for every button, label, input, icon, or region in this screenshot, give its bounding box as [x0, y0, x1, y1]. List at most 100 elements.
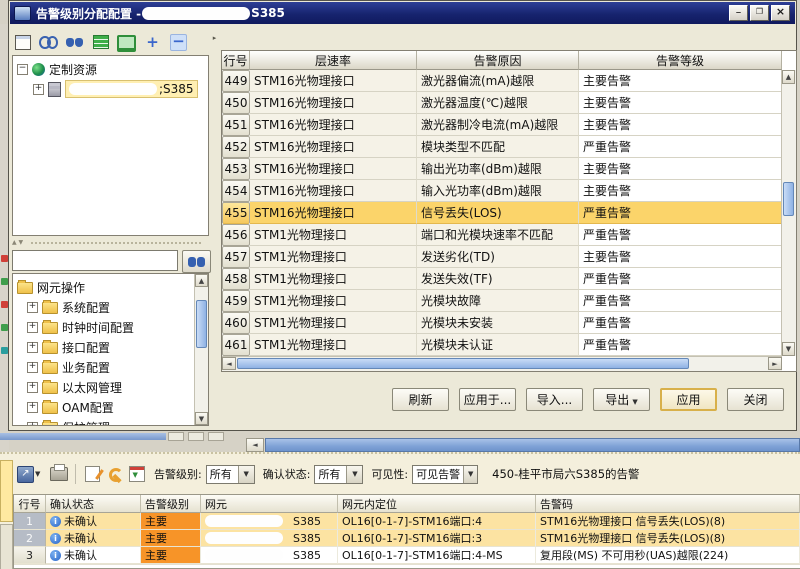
chevron-down-icon[interactable]: ▼: [463, 466, 477, 483]
alarm-level-cell[interactable]: 严重告警: [579, 202, 782, 224]
row-number-cell[interactable]: 455: [222, 202, 250, 224]
scroll-left-button[interactable]: [246, 438, 264, 452]
close-icon[interactable]: [771, 5, 790, 21]
scroll-up-icon[interactable]: [782, 70, 795, 84]
tree-item-ne-ops-root[interactable]: 网元操作: [13, 277, 208, 297]
table-row[interactable]: 3 未确认 主要 S385 OL16[0-1-7]-STM16端口:4-MS 复…: [14, 547, 800, 564]
tree-item[interactable]: 业务配置: [13, 357, 208, 377]
table-row[interactable]: 449 STM16光物理接口 激光器偏流(mA)越限 主要告警: [222, 70, 782, 92]
refresh-icon[interactable]: [127, 465, 146, 483]
expand-expander[interactable]: [27, 422, 38, 427]
terminal-icon[interactable]: [117, 33, 136, 51]
expand-expander[interactable]: [27, 342, 38, 353]
row-number-cell[interactable]: 451: [222, 114, 250, 136]
row-number-cell[interactable]: 450: [222, 92, 250, 114]
alarm-level-cell[interactable]: 主要告警: [579, 246, 782, 268]
refresh-button[interactable]: 刷新: [392, 388, 449, 411]
collapse-expander[interactable]: [17, 64, 28, 75]
scrollbar-thumb[interactable]: [196, 300, 207, 348]
find-button[interactable]: [182, 250, 211, 273]
column-header[interactable]: 告警等级: [579, 51, 782, 70]
expand-expander[interactable]: [27, 302, 38, 313]
alarm-level-cell[interactable]: 主要告警: [579, 158, 782, 180]
table-row[interactable]: 455 STM16光物理接口 信号丢失(LOS) 严重告警: [222, 202, 782, 224]
side-tab[interactable]: [0, 524, 13, 569]
table-row[interactable]: 456 STM1光物理接口 端口和光模块速率不匹配 严重告警: [222, 224, 782, 246]
alarm-level-cell[interactable]: 严重告警: [579, 334, 782, 356]
list-icon[interactable]: [91, 33, 110, 51]
table-row[interactable]: 454 STM16光物理接口 输入光功率(dBm)越限 主要告警: [222, 180, 782, 202]
row-number-cell[interactable]: 460: [222, 312, 250, 334]
side-tab-active[interactable]: [0, 460, 13, 522]
alarm-level-cell[interactable]: 主要告警: [579, 70, 782, 92]
alarm-level-cell[interactable]: 主要告警: [579, 180, 782, 202]
column-header[interactable]: 行号: [14, 495, 46, 513]
board-icon[interactable]: [13, 33, 32, 51]
column-header[interactable]: 告警码: [536, 495, 800, 513]
splitter-up-icon[interactable]: ▲: [12, 239, 17, 246]
table-row[interactable]: 453 STM16光物理接口 输出光功率(dBm)越限 主要告警: [222, 158, 782, 180]
splitter-collapse-icon[interactable]: ▸: [213, 34, 217, 42]
minus-icon[interactable]: −: [169, 33, 188, 51]
column-header[interactable]: 告警级别: [141, 495, 201, 513]
table-row[interactable]: 461 STM1光物理接口 光模块未认证 严重告警: [222, 334, 782, 356]
scrollbar-thumb[interactable]: [783, 182, 794, 216]
tree-item-custom-resource[interactable]: 定制资源: [13, 59, 208, 79]
apply-to-button[interactable]: 应用于...: [459, 388, 516, 411]
expand-expander[interactable]: [27, 362, 38, 373]
restore-button[interactable]: [750, 5, 769, 21]
row-number-cell[interactable]: 457: [222, 246, 250, 268]
row-number-cell[interactable]: 456: [222, 224, 250, 246]
column-header[interactable]: 网元内定位: [338, 495, 536, 513]
import-button[interactable]: 导入...: [526, 388, 583, 411]
tree-item[interactable]: 接口配置: [13, 337, 208, 357]
alarm-level-cell[interactable]: 严重告警: [579, 224, 782, 246]
table-row[interactable]: 459 STM1光物理接口 光模块故障 严重告警: [222, 290, 782, 312]
selected-tree-node[interactable]: ;S385: [65, 80, 198, 98]
minimize-button[interactable]: [729, 5, 748, 21]
table-hscrollbar[interactable]: [222, 356, 782, 371]
row-number-cell[interactable]: 449: [222, 70, 250, 92]
scrollbar-thumb[interactable]: [237, 358, 689, 369]
alarm-level-cell[interactable]: 严重告警: [579, 312, 782, 334]
column-header[interactable]: 确认状态: [46, 495, 141, 513]
visibility-select[interactable]: 可见告警 ▼: [412, 465, 478, 484]
chevron-down-icon[interactable]: ▼: [238, 466, 254, 483]
table-row[interactable]: 460 STM1光物理接口 光模块未安装 严重告警: [222, 312, 782, 334]
table-row[interactable]: 450 STM16光物理接口 激光器温度(℃)越限 主要告警: [222, 92, 782, 114]
tree-item[interactable]: 保护管理: [13, 417, 208, 426]
splitter-down-icon[interactable]: ▼: [19, 239, 24, 246]
link-icon[interactable]: [39, 33, 58, 51]
alarm-level-cell[interactable]: 主要告警: [579, 114, 782, 136]
tree-item-ne-s385[interactable]: ;S385: [13, 79, 208, 99]
column-header[interactable]: 层速率: [250, 51, 417, 70]
row-number-cell[interactable]: 461: [222, 334, 250, 356]
wrench-icon[interactable]: [105, 465, 124, 483]
apply-button[interactable]: 应用: [660, 388, 717, 411]
alarm-level-cell[interactable]: 严重告警: [579, 290, 782, 312]
table-row[interactable]: 451 STM16光物理接口 激光器制冷电流(mA)越限 主要告警: [222, 114, 782, 136]
plus-icon[interactable]: +: [143, 33, 162, 51]
scroll-up-icon[interactable]: [195, 274, 208, 287]
column-header[interactable]: 行号: [222, 51, 250, 70]
row-number-cell[interactable]: 453: [222, 158, 250, 180]
row-number-cell[interactable]: 458: [222, 268, 250, 290]
horizontal-splitter[interactable]: ▲ ▼: [12, 238, 209, 247]
table-row[interactable]: 2 未确认 主要 S385 OL16[0-1-7]-STM16端口:3 STM1…: [14, 530, 800, 547]
vertical-splitter[interactable]: ▸: [210, 34, 219, 429]
scroll-left-icon[interactable]: [222, 357, 236, 370]
row-number-cell[interactable]: 459: [222, 290, 250, 312]
binoculars-icon[interactable]: [65, 33, 84, 51]
alarm-level-cell[interactable]: 严重告警: [579, 268, 782, 290]
dropdown-caret-icon[interactable]: [35, 470, 44, 478]
ack-state-select[interactable]: 所有 ▼: [314, 465, 363, 484]
printer-icon[interactable]: [49, 465, 68, 483]
export-button[interactable]: 导出: [593, 388, 650, 411]
chevron-down-icon[interactable]: ▼: [346, 466, 362, 483]
close-button[interactable]: 关闭: [727, 388, 784, 411]
column-header[interactable]: 网元: [201, 495, 338, 513]
table-row[interactable]: 452 STM16光物理接口 模块类型不匹配 严重告警: [222, 136, 782, 158]
expand-expander[interactable]: [27, 322, 38, 333]
row-number-cell[interactable]: 452: [222, 136, 250, 158]
alarm-level-select[interactable]: 所有 ▼: [206, 465, 255, 484]
